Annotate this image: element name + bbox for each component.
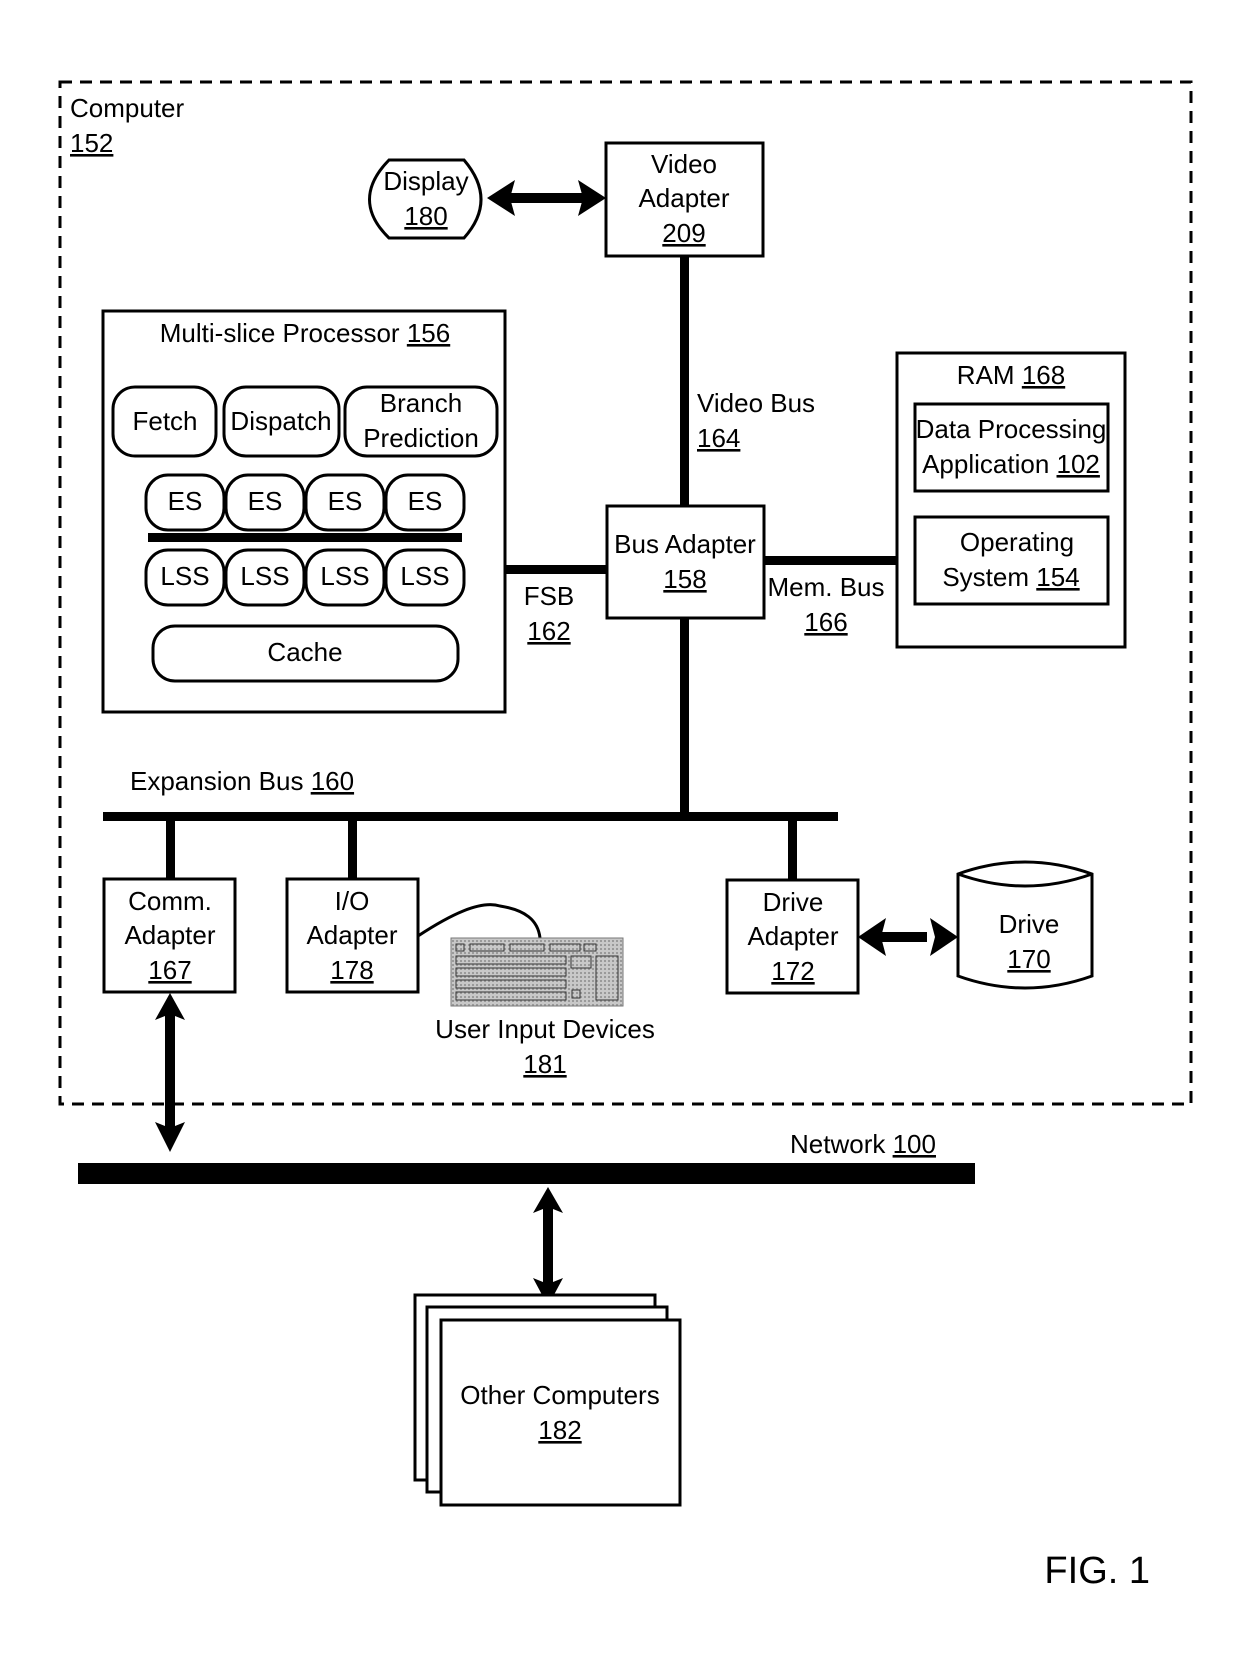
comm-network-arrow <box>155 993 185 1152</box>
es-label-1: ES <box>168 486 203 516</box>
app-line1: Data Processing <box>916 414 1107 444</box>
display-video-arrow <box>487 180 606 216</box>
bus-adapter-box <box>605 504 766 620</box>
lss-label-4: LSS <box>400 561 449 591</box>
expansion-bus-line <box>103 812 838 821</box>
video-adapter-ref: 209 <box>662 218 705 248</box>
cache-label: Cache <box>267 637 342 667</box>
figure-label: FIG. 1 <box>1044 1550 1150 1592</box>
es-label-4: ES <box>408 486 443 516</box>
drive-adapter-drive-arrow <box>858 918 958 956</box>
os-line1: Operating <box>960 527 1074 557</box>
mem-bus-ref: 166 <box>804 607 847 637</box>
lss-label-3: LSS <box>320 561 369 591</box>
fsb-label: FSB <box>524 581 575 611</box>
video-bus-line <box>680 256 689 506</box>
display-ref: 180 <box>404 201 447 231</box>
drive-label: Drive <box>999 909 1060 939</box>
bus-adapter-expansion-link <box>680 618 689 816</box>
es-label-2: ES <box>248 486 283 516</box>
display-label: Display <box>383 166 468 196</box>
slice-interconnect <box>148 533 462 542</box>
io-adapter-ref: 178 <box>330 955 373 985</box>
keyboard-icon <box>450 937 624 1007</box>
comm-adapter-line1: Comm. <box>128 886 212 916</box>
bus-adapter-ref: 158 <box>663 564 706 594</box>
comm-adapter-link <box>166 821 175 879</box>
other-computers-label: Other Computers <box>460 1380 659 1410</box>
other-computers-ref: 182 <box>538 1415 581 1445</box>
mem-bus-label: Mem. Bus <box>767 572 884 602</box>
lss-label-2: LSS <box>240 561 289 591</box>
drive-adapter-line1: Drive <box>763 887 824 917</box>
branch-line2: Prediction <box>363 423 479 453</box>
os-line2: System 154 <box>942 562 1079 592</box>
mem-bus-line <box>764 556 897 565</box>
fsb-line <box>505 565 607 574</box>
app-line2: Application 102 <box>922 449 1100 479</box>
video-adapter-line2: Adapter <box>638 183 729 213</box>
user-input-ref: 181 <box>523 1049 566 1079</box>
other-computer-front <box>439 1318 682 1507</box>
io-adapter-line2: Adapter <box>306 920 397 950</box>
dispatch-label: Dispatch <box>230 406 331 436</box>
video-bus-ref: 164 <box>697 423 740 453</box>
lss-label-1: LSS <box>160 561 209 591</box>
video-adapter-line1: Video <box>651 149 717 179</box>
network-title: Network 100 <box>790 1129 936 1159</box>
fetch-label: Fetch <box>132 406 197 436</box>
computer-ref: 152 <box>70 128 113 158</box>
keyboard-cable <box>417 903 542 939</box>
branch-line1: Branch <box>380 388 462 418</box>
bus-adapter-label: Bus Adapter <box>614 529 756 559</box>
drive-adapter-link <box>788 821 797 879</box>
comm-adapter-line2: Adapter <box>124 920 215 950</box>
es-label-3: ES <box>328 486 363 516</box>
comm-adapter-ref: 167 <box>148 955 191 985</box>
expansion-bus-title: Expansion Bus 160 <box>130 766 354 796</box>
ram-title: RAM 168 <box>957 360 1065 390</box>
video-bus-label: Video Bus <box>697 388 815 418</box>
drive-ref: 170 <box>1007 944 1050 974</box>
network-bar <box>78 1163 975 1184</box>
network-other-arrow <box>533 1187 563 1306</box>
io-adapter-line1: I/O <box>335 886 370 916</box>
drive-adapter-ref: 172 <box>771 956 814 986</box>
fsb-ref: 162 <box>527 616 570 646</box>
drive-adapter-line2: Adapter <box>747 921 838 951</box>
user-input-label: User Input Devices <box>435 1014 655 1044</box>
processor-title: Multi-slice Processor 156 <box>160 318 450 348</box>
computer-label: Computer <box>70 93 184 123</box>
system-diagram: Computer 152 Display 180 Video Adapter 2… <box>58 80 1193 1592</box>
io-adapter-link <box>348 821 357 879</box>
